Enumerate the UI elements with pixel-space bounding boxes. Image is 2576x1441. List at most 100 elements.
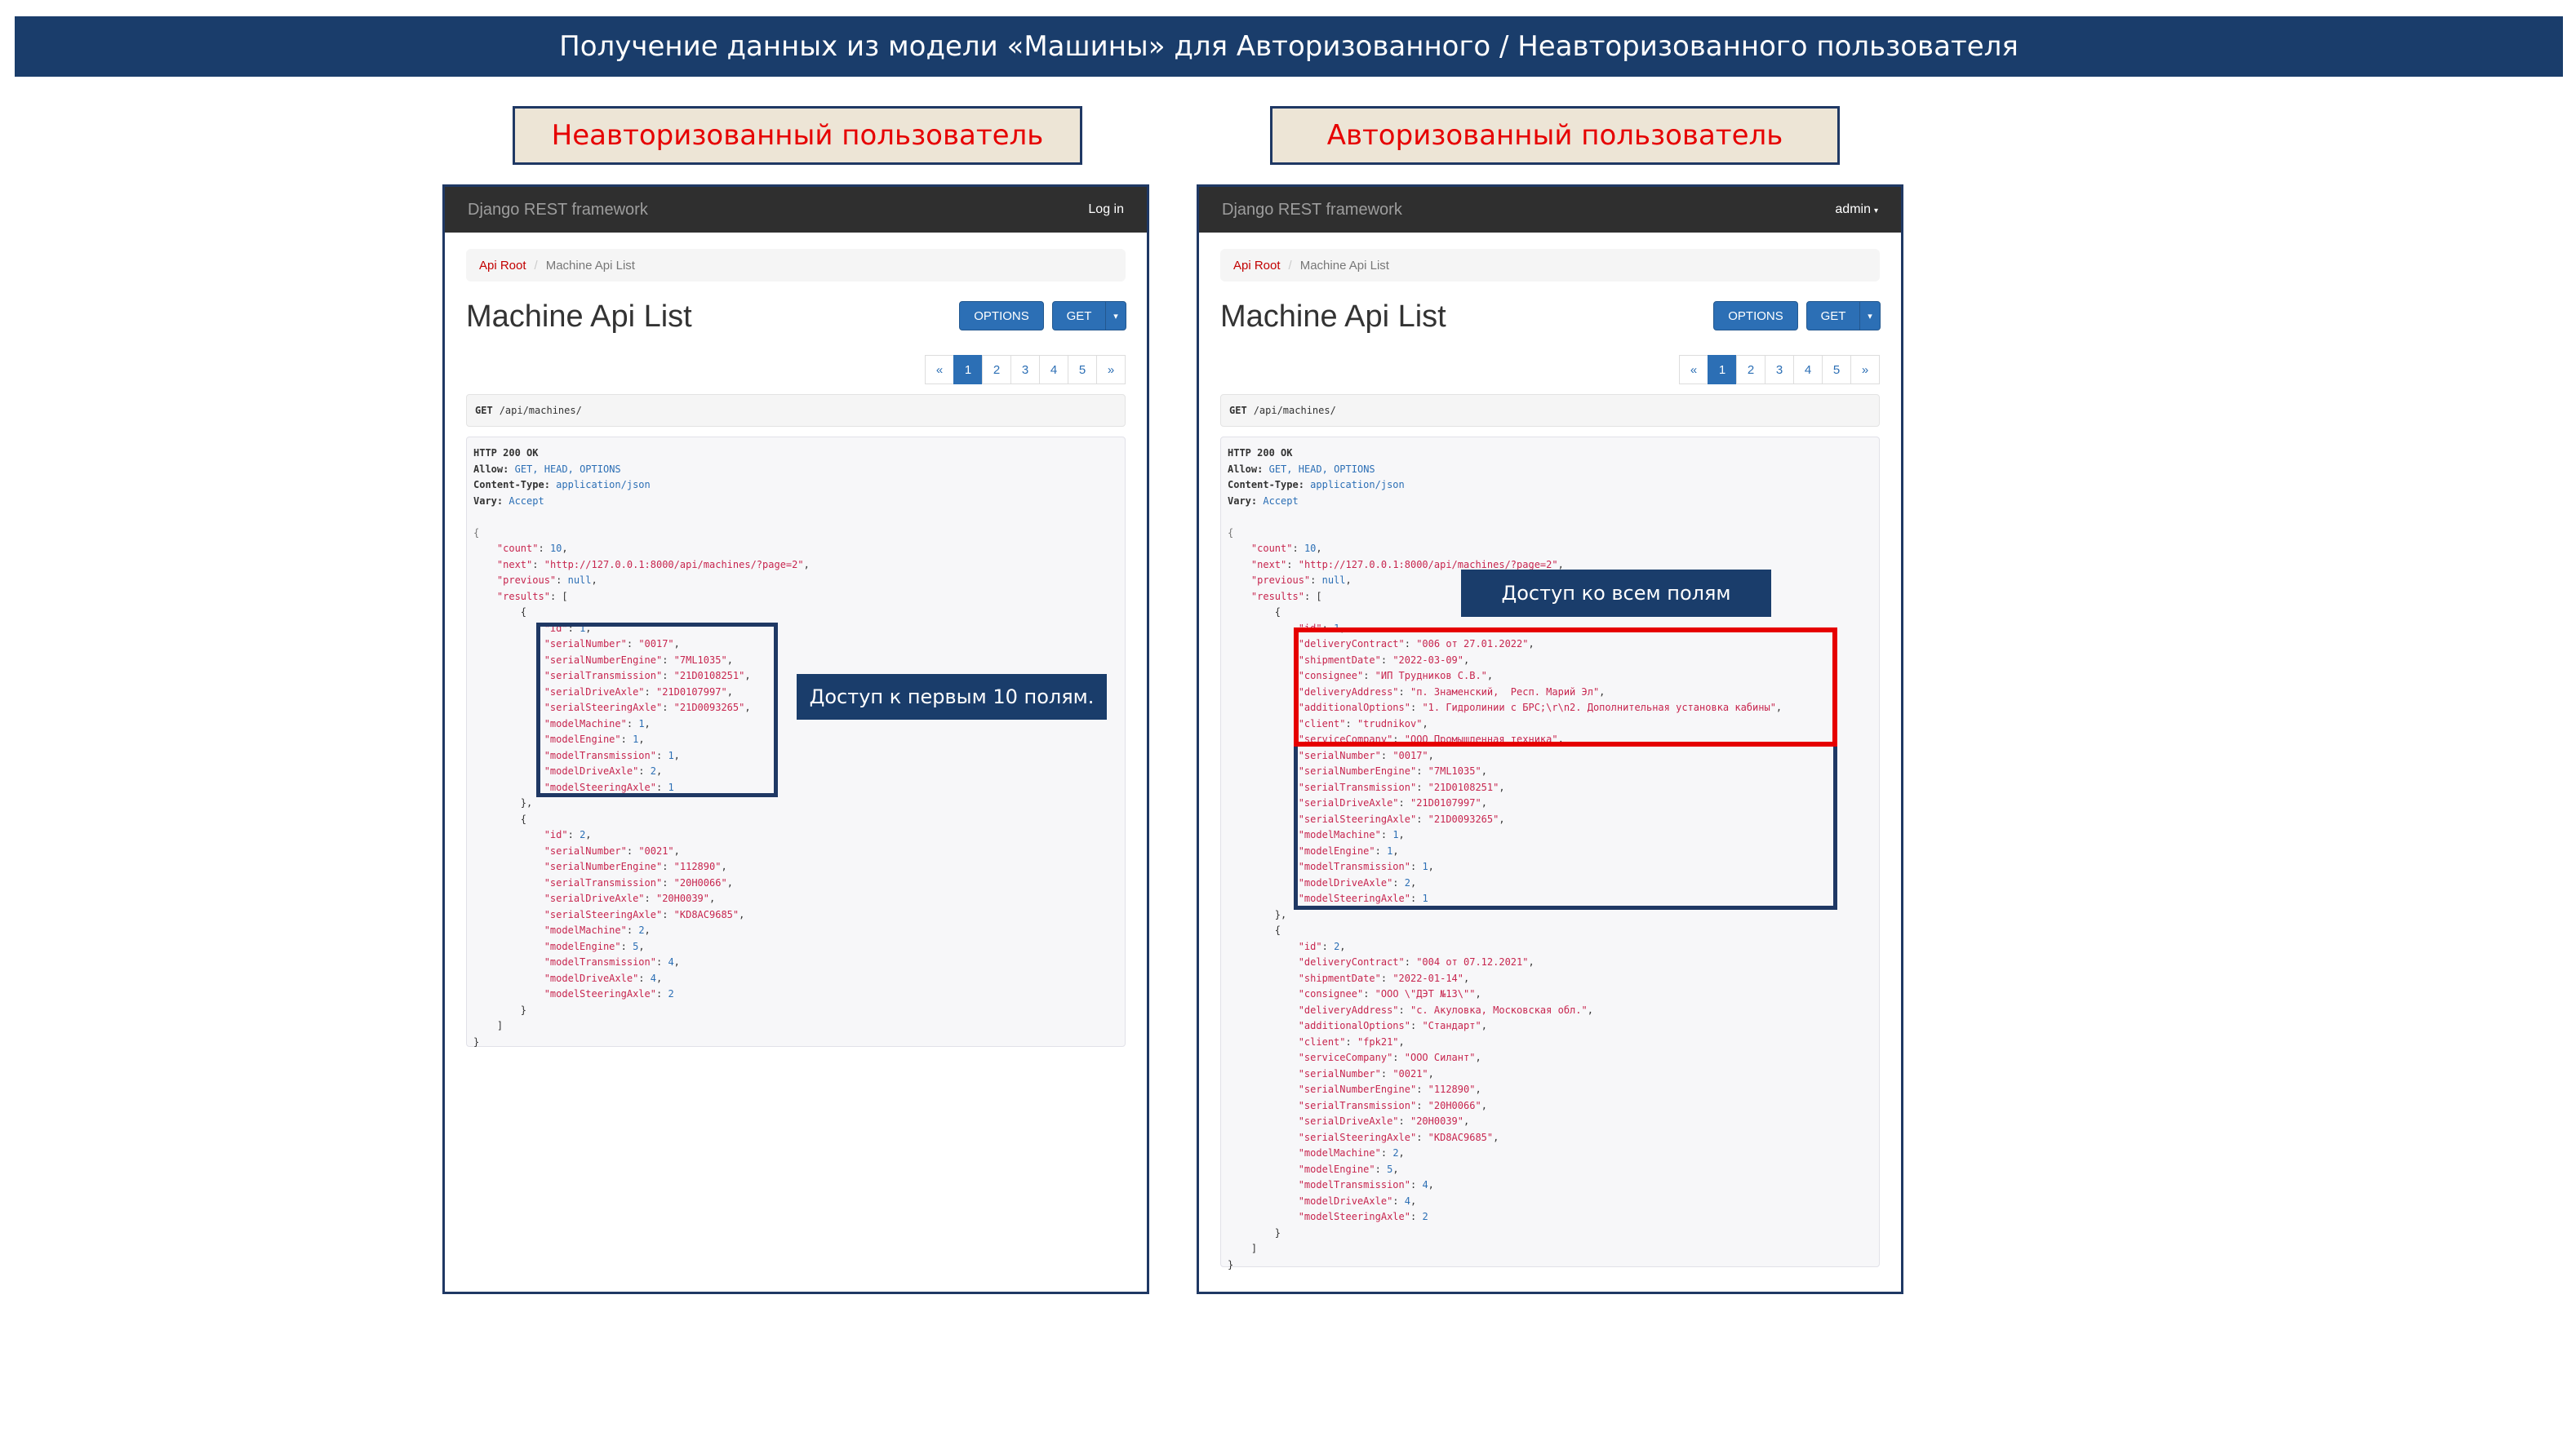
get-dropdown-caret-icon[interactable]: ▾: [1859, 301, 1881, 330]
content-type-header-key: Content-Type:: [1228, 479, 1304, 490]
json-line: "previous": null,: [496, 574, 597, 586]
json-field-key: "deliveryContract": [1298, 956, 1405, 968]
page-title: Machine Api List: [1220, 299, 1446, 334]
json-field-key: "modelMachine": [544, 924, 627, 936]
json-field-value: 2: [1334, 940, 1340, 952]
breadcrumb-api-root[interactable]: Api Root: [1233, 259, 1281, 273]
json-line: "id": 2,: [1298, 940, 1346, 952]
json-field-value: "fpk21": [1357, 1035, 1399, 1048]
json-line: "modelDriveAxle": 4,: [1298, 1195, 1417, 1207]
title-row: Machine Api List OPTIONS GET ▾ «1 2 3 4 5»: [466, 296, 1126, 384]
json-line: "modelTransmission": 4,: [1298, 1179, 1434, 1190]
pagination: «1 2 3 4 5»: [1679, 355, 1880, 384]
json-line: "serviceCompany": "ООО Силант",: [1298, 1052, 1481, 1063]
options-button[interactable]: OPTIONS: [1713, 301, 1798, 330]
response-headers: HTTP 200 OK Allow: GET, HEAD, OPTIONS Cont…: [473, 446, 1118, 525]
json-field-key: "modelMachine": [1298, 1147, 1381, 1159]
vary-header: Vary: Accept: [1228, 494, 1872, 510]
json-field-key: "consignee": [1298, 988, 1364, 1000]
json-line: {: [1228, 924, 1281, 936]
json-line: "shipmentDate": "2022-01-14",: [1298, 972, 1470, 984]
json-line: "serialSteeringAxle": "KD8AC9685",: [1298, 1131, 1499, 1143]
json-line: "count": 10,: [496, 543, 568, 554]
page-link[interactable]: 4: [1039, 355, 1068, 384]
json-field-value: "004 от 07.12.2021": [1416, 956, 1529, 968]
http-status: HTTP 200 OK: [1228, 447, 1293, 459]
allow-header-key: Allow:: [473, 463, 509, 475]
json-key: "results": [496, 590, 550, 602]
login-link[interactable]: Log in: [1088, 202, 1124, 217]
page-link[interactable]: 3: [1010, 355, 1040, 384]
breadcrumb-api-root[interactable]: Api Root: [479, 259, 526, 273]
json-count: 10: [549, 543, 562, 554]
vary-header-value: Accept: [1263, 494, 1299, 507]
json-line: "deliveryContract": "004 от 07.12.2021",: [1298, 956, 1534, 968]
page-link[interactable]: 4: [1793, 355, 1823, 384]
json-field-key: "serialNumber": [544, 845, 627, 857]
navbar: Django REST framework admin ▾: [1199, 187, 1901, 233]
json-line: }: [473, 1035, 480, 1048]
json-field-key: "serialTransmission": [1298, 1099, 1417, 1111]
page-link[interactable]: 2: [1736, 355, 1765, 384]
json-line: "serialNumber": "0021",: [1298, 1067, 1434, 1080]
json-field-key: "client": [1298, 1035, 1346, 1048]
all-fields-callout-text: Доступ ко всем полям: [1501, 582, 1731, 605]
page-link[interactable]: »: [1850, 355, 1880, 384]
json-field-key: "modelDriveAxle": [1298, 1195, 1393, 1207]
json-field-value: "112890": [1428, 1084, 1476, 1095]
page-link[interactable]: 5: [1068, 355, 1097, 384]
vary-header-key: Vary:: [473, 494, 504, 507]
json-field-value: 5: [633, 940, 639, 952]
breadcrumb-current: Machine Api List: [1299, 258, 1389, 273]
json-field-value: 2: [1392, 1147, 1399, 1159]
navbar-brand[interactable]: Django REST framework: [1222, 201, 1402, 219]
json-field-key: "deliveryAddress": [1298, 1004, 1399, 1016]
page-link[interactable]: 1: [1708, 355, 1737, 384]
request-info: GET /api/machines/: [1220, 394, 1880, 427]
authorized-user-label-text: Авторизованный пользователь: [1326, 119, 1783, 152]
vary-header-key: Vary:: [1228, 494, 1258, 507]
json-field-value: "Стандарт": [1422, 1020, 1481, 1031]
json-key: "results": [1250, 590, 1304, 602]
json-field-key: "id": [1298, 940, 1322, 952]
page-link[interactable]: 2: [982, 355, 1011, 384]
json-key: "previous": [1250, 574, 1311, 586]
user-menu[interactable]: admin ▾: [1835, 202, 1878, 217]
json-line: "modelDriveAxle": 4,: [544, 972, 663, 984]
page-link[interactable]: «: [925, 355, 954, 384]
json-line: "modelEngine": 5,: [1298, 1163, 1399, 1175]
json-field-value: 2: [668, 988, 674, 1000]
allow-header-key: Allow:: [1228, 463, 1264, 475]
json-line: ]: [473, 1020, 504, 1031]
options-button[interactable]: OPTIONS: [959, 301, 1044, 330]
json-key: "next": [496, 558, 533, 570]
content-type-header-key: Content-Type:: [473, 479, 550, 490]
authorized-user-label: Авторизованный пользователь: [1270, 106, 1840, 165]
page-link[interactable]: »: [1096, 355, 1126, 384]
navbar-brand[interactable]: Django REST framework: [468, 201, 648, 219]
page-link[interactable]: 3: [1765, 355, 1794, 384]
json-field-value: 4: [1404, 1195, 1410, 1207]
get-button[interactable]: GET: [1052, 301, 1106, 330]
breadcrumb: Api Root / Machine Api List: [466, 249, 1126, 282]
json-brace: {: [473, 526, 480, 539]
navbar: Django REST framework Log in: [445, 187, 1147, 233]
json-field-value: "20H0039": [655, 893, 710, 904]
page-link[interactable]: 1: [953, 355, 983, 384]
json-count: 10: [1304, 543, 1317, 554]
json-field-key: "serialTransmission": [544, 876, 663, 889]
page-link[interactable]: 5: [1822, 355, 1851, 384]
json-field-key: "serialSteeringAxle": [544, 908, 663, 920]
request-method: GET: [475, 405, 493, 416]
json-field-value: "KD8AC9685": [1428, 1131, 1494, 1143]
json-line: "consignee": "ООО \"ДЭТ №13\"",: [1298, 988, 1481, 1000]
json-field-value: "KD8AC9685": [673, 908, 739, 920]
json-field-key: "serviceCompany": [1298, 1052, 1393, 1063]
get-button[interactable]: GET: [1806, 301, 1860, 330]
json-line: "count": 10,: [1250, 543, 1322, 554]
json-line: {: [1228, 525, 1872, 542]
get-dropdown-caret-icon[interactable]: ▾: [1105, 301, 1126, 330]
json-next: "http://127.0.0.1:8000/api/machines/?pag…: [1298, 558, 1558, 570]
page-link[interactable]: «: [1679, 355, 1708, 384]
